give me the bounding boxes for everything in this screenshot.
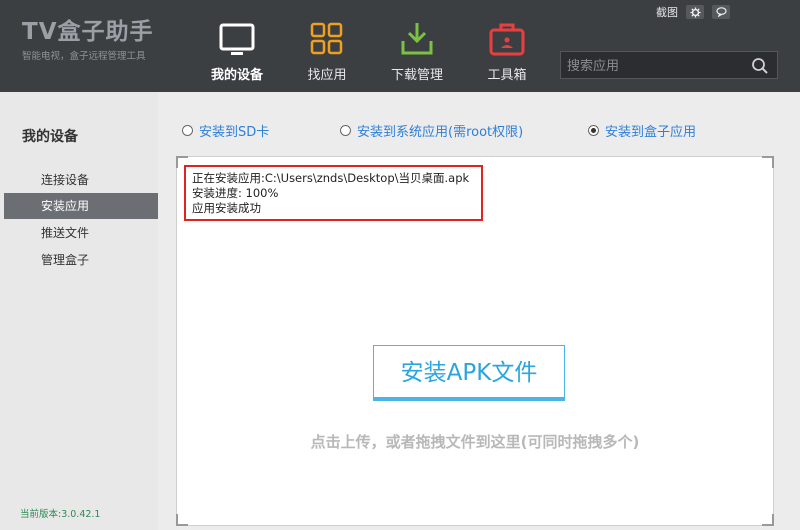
sidebar-item-push-file[interactable]: 推送文件 bbox=[4, 220, 158, 246]
option-install-box-app[interactable]: 安装到盒子应用 bbox=[588, 121, 696, 140]
nav-label: 工具箱 bbox=[487, 68, 527, 83]
feedback-button[interactable] bbox=[712, 5, 730, 19]
tv-icon bbox=[219, 23, 255, 55]
install-apk-button[interactable]: 安装APK文件 bbox=[373, 345, 565, 401]
toolbox-icon bbox=[489, 23, 525, 56]
install-status-box: 正在安装应用:C:\Users\znds\Desktop\当贝桌面.apk 安装… bbox=[184, 165, 483, 221]
logo-title: TV盒子助手 bbox=[22, 19, 154, 45]
screenshot-link[interactable]: 截图 bbox=[656, 4, 678, 20]
nav-my-devices[interactable]: 我的设备 bbox=[200, 0, 274, 92]
option-label: 安装到盒子应用 bbox=[605, 125, 697, 140]
sidebar: 我的设备 连接设备 安装应用 推送文件 管理盒子 当前版本:3.0.42.1 bbox=[0, 92, 158, 530]
download-icon bbox=[401, 23, 433, 55]
drop-zone[interactable]: 正在安装应用:C:\Users\znds\Desktop\当贝桌面.apk 安装… bbox=[176, 156, 774, 526]
corner-mark bbox=[176, 514, 188, 526]
version-label: 当前版本:3.0.42.1 bbox=[20, 509, 101, 520]
corner-mark bbox=[762, 156, 774, 168]
status-line-result: 应用安装成功 bbox=[192, 201, 261, 215]
top-links: 截图 bbox=[656, 4, 730, 20]
option-label: 安装到系统应用(需root权限) bbox=[357, 125, 524, 140]
search-box bbox=[560, 51, 778, 79]
search-icon[interactable] bbox=[751, 57, 769, 75]
nav-download-manager[interactable]: 下载管理 bbox=[380, 0, 454, 92]
gear-icon bbox=[689, 6, 701, 18]
top-header: TV盒子助手 智能电视，盒子远程管理工具 我的设备 找应用 下载管理 工具箱 截… bbox=[0, 0, 800, 92]
sidebar-title: 我的设备 bbox=[22, 129, 78, 145]
status-line-progress: 安装进度: 100% bbox=[192, 186, 279, 200]
nav-label: 找应用 bbox=[307, 68, 347, 83]
app-logo: TV盒子助手 智能电视，盒子远程管理工具 bbox=[22, 18, 154, 62]
nav-label: 下载管理 bbox=[390, 68, 443, 83]
sidebar-item-connect-device[interactable]: 连接设备 bbox=[4, 167, 158, 193]
nav-find-apps[interactable]: 找应用 bbox=[290, 0, 364, 92]
search-input[interactable] bbox=[565, 55, 749, 77]
main-content: 安装到SD卡 安装到系统应用(需root权限) 安装到盒子应用 正在安装应用:C… bbox=[158, 92, 800, 530]
chat-icon bbox=[715, 7, 727, 17]
nav-label: 我的设备 bbox=[210, 68, 263, 83]
option-install-system-app[interactable]: 安装到系统应用(需root权限) bbox=[340, 121, 523, 140]
drop-hint: 点击上传，或者拖拽文件到这里(可同时拖拽多个) bbox=[310, 433, 640, 451]
radio-button[interactable] bbox=[340, 125, 351, 136]
settings-button[interactable] bbox=[686, 5, 704, 19]
nav-toolbox[interactable]: 工具箱 bbox=[470, 0, 544, 92]
option-label: 安装到SD卡 bbox=[199, 125, 270, 140]
option-install-sd-card[interactable]: 安装到SD卡 bbox=[182, 121, 269, 140]
sidebar-item-install-app[interactable]: 安装应用 bbox=[4, 193, 158, 219]
corner-mark bbox=[762, 514, 774, 526]
radio-button-checked[interactable] bbox=[588, 125, 599, 136]
sidebar-item-manage-box[interactable]: 管理盒子 bbox=[4, 247, 158, 273]
radio-button[interactable] bbox=[182, 125, 193, 136]
logo-subtitle: 智能电视，盒子远程管理工具 bbox=[22, 51, 146, 62]
apps-grid-icon bbox=[310, 22, 343, 55]
status-line-path: 正在安装应用:C:\Users\znds\Desktop\当贝桌面.apk bbox=[192, 171, 470, 185]
